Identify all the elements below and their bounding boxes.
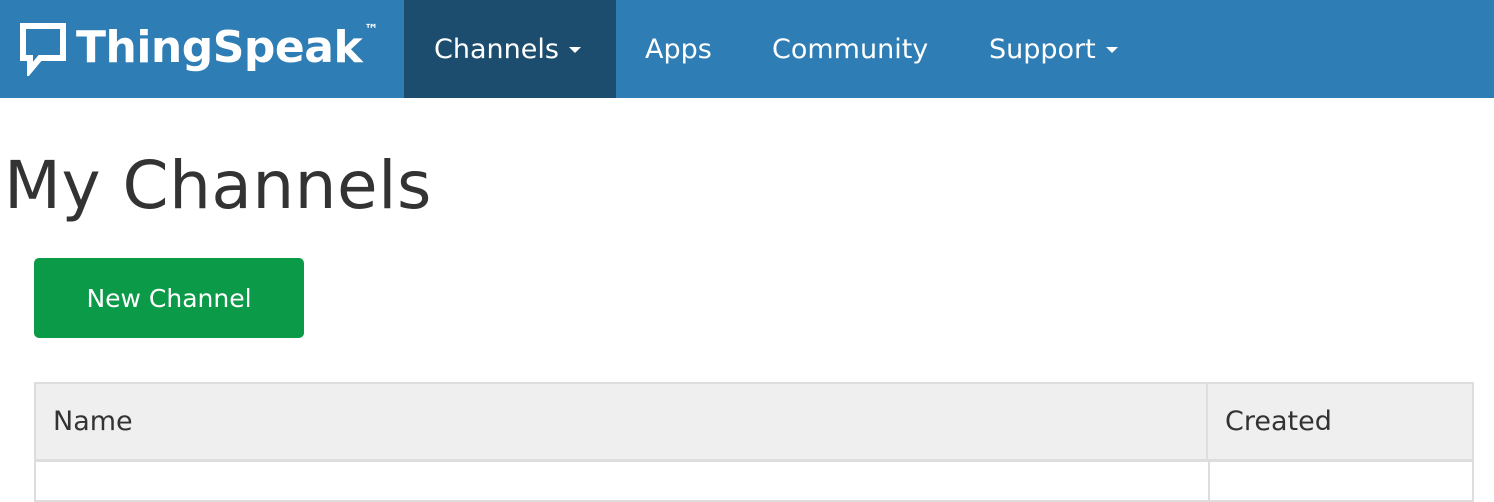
column-divider — [1208, 462, 1210, 502]
nav-support-label: Support — [989, 33, 1096, 65]
brand-name: ThingSpeak — [76, 22, 363, 73]
table-header: Name Created — [36, 384, 1472, 462]
caret-down-icon — [1105, 47, 1118, 53]
new-channel-button[interactable]: New Channel — [34, 258, 304, 338]
speech-bubble-icon — [18, 20, 68, 79]
nav-apps-label: Apps — [645, 33, 712, 65]
nav-channels[interactable]: Channels — [404, 0, 616, 98]
nav-channels-label: Channels — [434, 33, 559, 65]
top-navbar: ThingSpeak ™ Channels Apps Community Sup… — [0, 0, 1494, 98]
trademark-symbol: ™ — [364, 22, 379, 38]
nav-community-label: Community — [772, 33, 929, 65]
nav-apps[interactable]: Apps — [645, 0, 712, 98]
table-row — [36, 462, 1472, 502]
thingspeak-logo[interactable]: ThingSpeak ™ — [18, 18, 379, 79]
column-header-created[interactable]: Created — [1208, 384, 1472, 459]
nav-community[interactable]: Community — [772, 0, 928, 98]
caret-down-icon — [568, 47, 581, 53]
channels-table: Name Created — [34, 382, 1474, 502]
nav-support[interactable]: Support — [989, 0, 1118, 98]
column-header-name[interactable]: Name — [36, 384, 1208, 459]
page-title: My Channels — [4, 147, 432, 224]
